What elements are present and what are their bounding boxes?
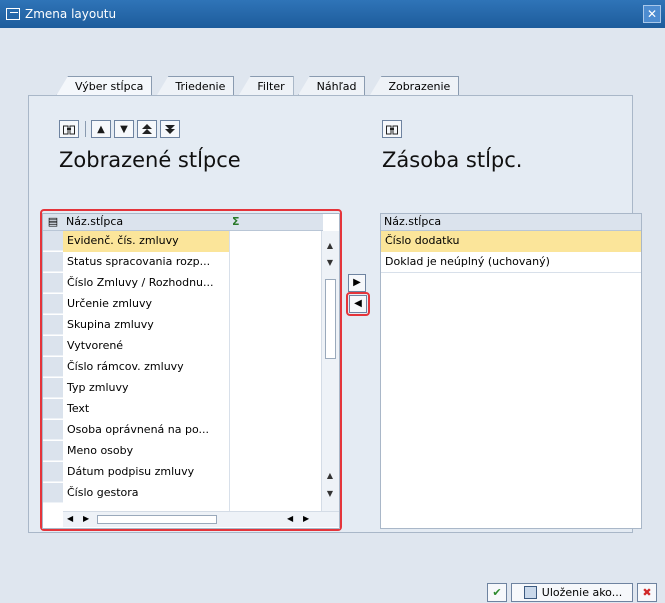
window-title: Zmena layoutu xyxy=(25,7,117,21)
list-item[interactable]: Evidenč. čís. zmluvy xyxy=(63,231,229,252)
vertical-scrollbar-track[interactable] xyxy=(321,275,339,447)
scroll-down-icon[interactable]: ▼ xyxy=(325,258,335,268)
confirm-button[interactable]: ✔ xyxy=(487,583,507,602)
row-selector[interactable] xyxy=(43,273,63,293)
find-icon[interactable] xyxy=(59,120,79,138)
dialog-body: Výber stĺpca Triedenie Filter Náhľad Zob… xyxy=(8,28,657,568)
move-bottom-icon[interactable] xyxy=(160,120,180,138)
row-selector[interactable] xyxy=(43,231,63,251)
vertical-scrollbar-top[interactable]: ▲ ▼ xyxy=(321,231,339,275)
list-item[interactable]: Dátum podpisu zmluvy xyxy=(63,462,229,483)
move-to-displayed-button[interactable]: ◀ xyxy=(349,295,367,313)
displayed-columns-table: ▤ Náz.stĺpca Σ Evidenč. čís. zmluvy Stat… xyxy=(42,213,340,529)
row-selector[interactable] xyxy=(43,357,63,377)
horizontal-scrollbar-left[interactable]: ◀ ▶ xyxy=(63,511,229,527)
save-as-label: Uloženie ako... xyxy=(541,586,623,599)
left-toolbar: ▲ ▼ xyxy=(59,117,183,141)
list-item[interactable]: Text xyxy=(63,399,229,420)
button-bar: ✔ Uloženie ako... ✖ xyxy=(0,580,665,603)
row-selector[interactable] xyxy=(43,483,63,503)
scroll-thumb[interactable] xyxy=(325,279,336,359)
sum-header: Σ xyxy=(229,214,323,231)
close-button[interactable]: ✕ xyxy=(643,5,661,23)
list-item[interactable]: Osoba oprávnená na po... xyxy=(63,420,229,441)
scroll-up-icon[interactable]: ▲ xyxy=(325,241,335,251)
row-selector[interactable] xyxy=(43,336,63,356)
move-top-icon[interactable] xyxy=(137,120,157,138)
scroll-right-icon[interactable]: ▶ xyxy=(303,514,309,523)
right-toolbar xyxy=(382,117,405,141)
row-selector[interactable] xyxy=(43,294,63,314)
list-item[interactable]: Číslo rámcov. zmluvy xyxy=(63,357,229,378)
list-item[interactable]: Určenie zmluvy xyxy=(63,294,229,315)
list-item[interactable]: Meno osoby xyxy=(63,441,229,462)
row-selector[interactable] xyxy=(43,315,63,335)
row-selector[interactable] xyxy=(43,441,63,461)
save-as-button[interactable]: Uloženie ako... xyxy=(511,583,633,602)
row-selector[interactable] xyxy=(43,399,63,419)
find-icon[interactable] xyxy=(382,120,402,138)
list-item[interactable]: Číslo Zmluvy / Rozhodnu... xyxy=(63,273,229,294)
available-columns-table: Náz.stĺpca Číslo dodatku Doklad je neúpl… xyxy=(380,213,642,529)
scroll-thumb[interactable] xyxy=(97,515,217,524)
tab-column-selection[interactable]: Výber stĺpca xyxy=(56,76,153,96)
list-item[interactable]: Skupina zmluvy xyxy=(63,315,229,336)
available-columns-title: Zásoba stĺpc. xyxy=(382,148,523,172)
scroll-left-icon[interactable]: ◀ xyxy=(287,514,293,523)
title-bar: Zmena layoutu ✕ xyxy=(0,0,665,28)
tab-preview[interactable]: Náhľad xyxy=(297,76,366,96)
list-item[interactable]: Status spracovania rozp... xyxy=(63,252,229,273)
row-selector[interactable] xyxy=(43,252,63,272)
list-item[interactable]: Vytvorené xyxy=(63,336,229,357)
scroll-right-icon[interactable]: ▶ xyxy=(83,514,89,523)
tab-content: ▲ ▼ Zobrazené stĺpce ▤ Náz.stĺpca Σ Evid… xyxy=(28,95,642,533)
move-to-available-button[interactable]: ▶ xyxy=(348,274,366,292)
column-name-header: Náz.stĺpca xyxy=(63,214,229,231)
column-name-header: Náz.stĺpca xyxy=(381,214,641,231)
tab-filter[interactable]: Filter xyxy=(238,76,294,96)
row-selector[interactable] xyxy=(43,378,63,398)
row-selector[interactable] xyxy=(43,420,63,440)
cancel-button[interactable]: ✖ xyxy=(637,583,657,602)
move-down-icon[interactable]: ▼ xyxy=(114,120,134,138)
tab-display[interactable]: Zobrazenie xyxy=(369,76,460,96)
list-item[interactable]: Typ zmluvy xyxy=(63,378,229,399)
row-selector[interactable] xyxy=(43,462,63,482)
list-item[interactable]: Číslo gestora xyxy=(63,483,229,504)
horizontal-scrollbar-right[interactable]: ◀ ▶ xyxy=(229,511,339,527)
scroll-left-icon[interactable]: ◀ xyxy=(67,514,73,523)
vertical-scrollbar-bottom[interactable]: ▲ ▼ xyxy=(321,447,339,511)
list-item[interactable]: Číslo dodatku xyxy=(381,231,641,252)
save-icon xyxy=(523,586,537,599)
scroll-down-icon[interactable]: ▼ xyxy=(325,489,335,499)
list-item[interactable]: Doklad je neúplný (uchovaný) xyxy=(381,252,641,273)
toolbar-separator xyxy=(85,121,86,137)
displayed-columns-title: Zobrazené stĺpce xyxy=(59,148,241,172)
move-up-icon[interactable]: ▲ xyxy=(91,120,111,138)
column-divider xyxy=(229,231,230,511)
tab-sorting[interactable]: Triedenie xyxy=(156,76,235,96)
scroll-up-icon[interactable]: ▲ xyxy=(325,471,335,481)
layout-icon xyxy=(6,8,20,20)
tab-strip: Výber stĺpca Triedenie Filter Náhľad Zob… xyxy=(56,76,463,96)
table-settings-icon[interactable]: ▤ xyxy=(43,214,63,231)
